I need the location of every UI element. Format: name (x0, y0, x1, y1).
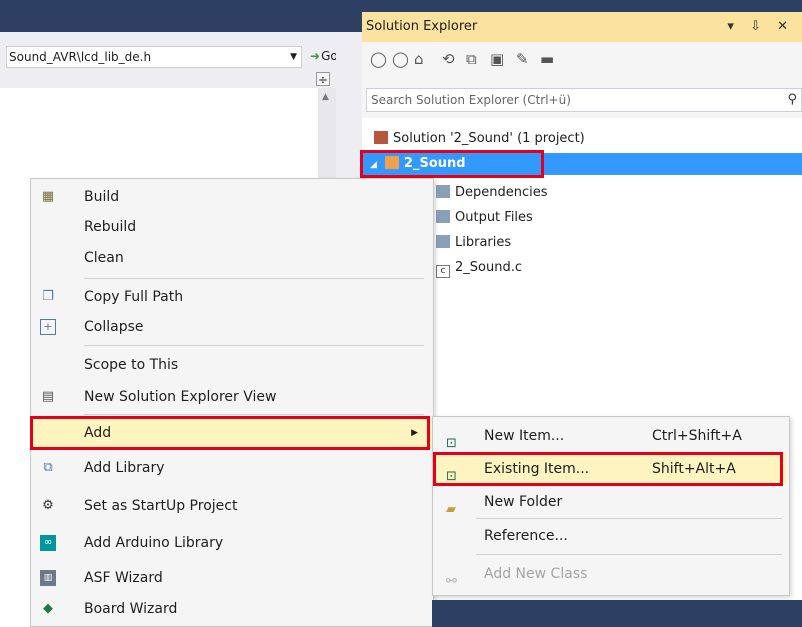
dropdown-arrow-icon[interactable]: ▼ (290, 47, 297, 67)
search-placeholder: Search Solution Explorer (Ctrl+ü) (371, 93, 571, 107)
add-class-icon: ⚯ (446, 574, 457, 589)
menu-item-build[interactable]: ▦ Build (30, 182, 434, 212)
tree-item-source-file[interactable]: c 2_Sound.c (436, 257, 522, 279)
build-icon: ▦ (41, 189, 55, 204)
solution-explorer-toolbar (362, 42, 802, 72)
tree-item-dependencies[interactable]: Dependencies (436, 182, 548, 204)
menu-item-label: Rebuild (84, 219, 137, 235)
menu-item-label: Copy Full Path (84, 289, 184, 305)
tree-item-label: Dependencies (455, 185, 548, 200)
menu-separator (84, 414, 424, 415)
folder-icon (436, 235, 450, 248)
folder-icon (436, 210, 450, 223)
tree-item-label: 2_Sound.c (455, 260, 522, 275)
window-top-strip (362, 0, 802, 12)
menu-item-label: New Solution Explorer View (84, 389, 277, 405)
menu-item-new-solution-explorer-view[interactable]: ▤ New Solution Explorer View (30, 382, 434, 412)
menu-item-label: Board Wizard (84, 601, 178, 617)
split-window-icon[interactable]: ÷ (316, 72, 330, 87)
scroll-up-icon[interactable]: ▲ (322, 92, 329, 102)
shortcut-text: Ctrl+Shift+A (652, 428, 742, 444)
board-icon: ◆ (43, 601, 53, 616)
submenu-item-new-folder[interactable]: ▰ New Folder (436, 486, 786, 518)
panel-window-controls[interactable]: ▾ ⇩ ✕ (727, 12, 794, 42)
menu-item-copy-full-path[interactable]: ❐ Copy Full Path (30, 282, 434, 312)
search-icon[interactable]: ⚲ (787, 89, 797, 111)
menu-item-add-arduino-library[interactable]: ∞ Add Arduino Library (30, 528, 434, 558)
solution-search-input[interactable]: Search Solution Explorer (Ctrl+ü) ⚲ (366, 88, 802, 112)
bottom-panel-strip (432, 600, 802, 627)
submenu-item-new-item[interactable]: ⊡ New Item... Ctrl+Shift+A (436, 420, 786, 452)
pending-changes-icon[interactable]: ⟲ (442, 50, 455, 68)
menu-separator (84, 345, 424, 346)
menu-item-board-wizard[interactable]: ◆ Board Wizard (30, 594, 434, 624)
solution-explorer-title-bar[interactable]: Solution Explorer ▾ ⇩ ✕ (362, 12, 802, 42)
new-view-icon: ▤ (41, 389, 55, 404)
submenu-item-add-new-class[interactable]: ⚯ Add New Class (436, 558, 786, 590)
panel-title: Solution Explorer (366, 19, 478, 34)
tree-item-label: Solution '2_Sound' (1 project) (393, 131, 585, 146)
menu-item-add-library[interactable]: ⧉ Add Library (30, 453, 434, 483)
copy-icon: ❐ (42, 289, 54, 304)
arduino-icon: ∞ (40, 535, 56, 551)
tree-item-solution[interactable]: Solution '2_Sound' (1 project) (374, 128, 585, 150)
add-highlight-frame (30, 416, 430, 450)
existing-item-highlight-frame (433, 452, 783, 486)
menu-item-asf-wizard[interactable]: ▥ ASF Wizard (30, 563, 434, 593)
menu-item-scope-to-this[interactable]: Scope to This (30, 350, 434, 380)
back-icon[interactable]: ◯ (370, 50, 387, 68)
menu-item-set-as-startup[interactable]: ⚙ Set as StartUp Project (30, 491, 434, 521)
menu-separator (84, 278, 424, 279)
file-path-combo[interactable]: Sound_AVR\lcd_lib_de.h ▼ (6, 46, 302, 68)
tree-item-label: Output Files (455, 210, 533, 225)
submenu-separator (476, 554, 782, 555)
menu-item-clean[interactable]: Clean (30, 243, 434, 273)
submenu-item-label: New Item... (484, 428, 565, 444)
go-arrow-icon: ➜ (310, 49, 321, 63)
submenu-separator (476, 518, 782, 519)
menu-item-collapse[interactable]: + Collapse (30, 312, 434, 342)
properties-wrench-icon[interactable]: ✎ (516, 50, 529, 68)
collapse-icon: + (40, 319, 56, 335)
submenu-item-label: Reference... (484, 528, 568, 544)
menu-item-label: ASF Wizard (84, 570, 163, 586)
folder-icon (436, 185, 450, 198)
sync-icon[interactable]: ⧉ (466, 50, 477, 68)
submenu-item-label: New Folder (484, 494, 563, 510)
collapse-all-icon[interactable]: ▣ (490, 50, 504, 68)
tree-item-label: Libraries (455, 235, 512, 250)
menu-item-label: Build (84, 189, 120, 205)
menu-item-label: Scope to This (84, 357, 179, 373)
editor-title-band (0, 0, 362, 32)
tree-item-libraries[interactable]: Libraries (436, 232, 511, 254)
menu-item-label: Clean (84, 250, 124, 266)
submenu-item-label: Add New Class (484, 566, 588, 582)
c-file-icon: c (436, 265, 450, 278)
asf-icon: ▥ (40, 570, 56, 586)
gear-icon: ⚙ (42, 498, 54, 513)
menu-item-rebuild[interactable]: Rebuild (30, 212, 434, 242)
preview-icon[interactable]: ▬ (540, 50, 554, 68)
tree-item-output-files[interactable]: Output Files (436, 207, 533, 229)
menu-item-label: Set as StartUp Project (84, 498, 238, 514)
menu-item-label: Add Arduino Library (84, 535, 224, 551)
menu-item-label: Add Library (84, 460, 165, 476)
submenu-item-reference[interactable]: Reference... (436, 520, 786, 552)
menu-item-label: Collapse (84, 319, 144, 335)
library-icon: ⧉ (43, 460, 53, 475)
solution-icon (374, 131, 388, 144)
forward-icon[interactable]: ◯ (392, 50, 409, 68)
home-icon[interactable]: ⌂ (414, 50, 424, 68)
file-path-text: Sound_AVR\lcd_lib_de.h (9, 50, 152, 64)
project-highlight-frame (360, 150, 544, 178)
